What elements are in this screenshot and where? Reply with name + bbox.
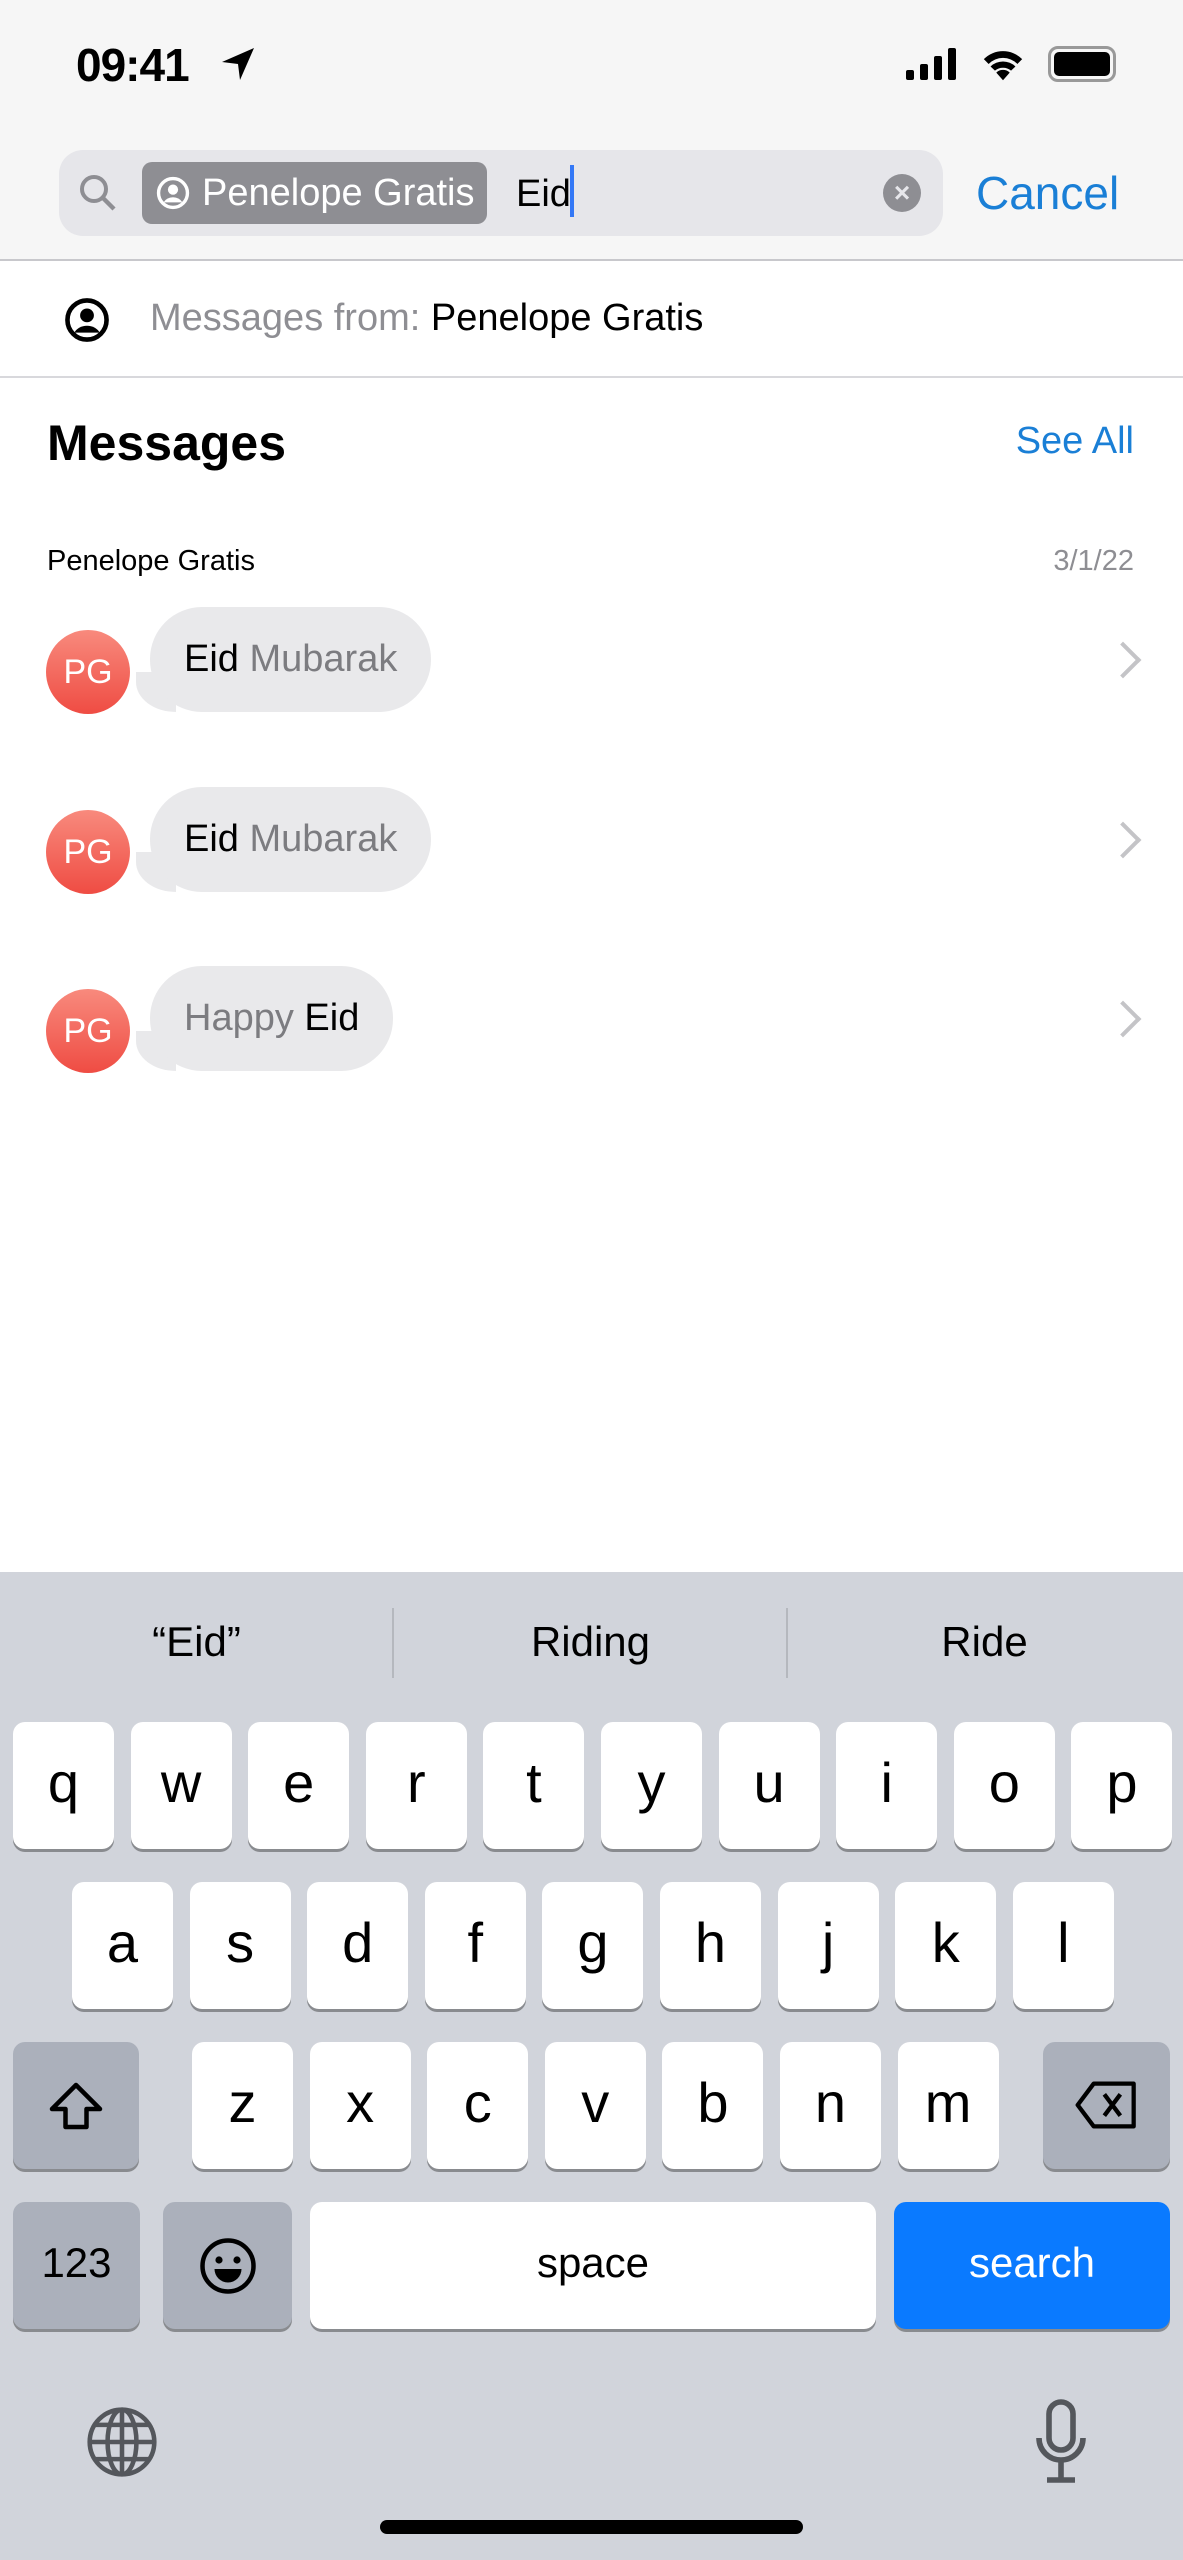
search-icon — [80, 175, 116, 211]
message-text: Mubarak — [238, 818, 398, 860]
key-v[interactable]: v — [544, 2042, 646, 2169]
avatar: PG — [46, 810, 130, 894]
suggestion-2[interactable]: Riding — [394, 1618, 787, 1666]
key-t[interactable]: t — [483, 1722, 585, 1849]
globe-icon[interactable] — [84, 2404, 160, 2480]
location-arrow-icon — [222, 48, 254, 80]
message-text: Mubarak — [238, 638, 398, 680]
person-circle-icon — [156, 176, 190, 210]
chevron-right-icon — [1104, 1000, 1142, 1038]
search-token-contact[interactable]: Penelope Gratis — [142, 162, 487, 224]
key-h[interactable]: h — [660, 1882, 761, 2009]
search-input[interactable]: Eid — [516, 164, 571, 224]
highlighted-text: Eid — [184, 638, 239, 680]
key-a[interactable]: a — [72, 1882, 173, 2009]
cancel-button[interactable]: Cancel — [976, 166, 1119, 220]
sender-name: Penelope Gratis — [47, 545, 255, 577]
delete-key[interactable] — [1043, 2042, 1170, 2169]
message-bubble: Happy Eid — [150, 966, 394, 1071]
see-all-link[interactable]: See All — [1016, 420, 1134, 463]
microphone-icon[interactable] — [1032, 2398, 1090, 2486]
space-key[interactable]: space — [310, 2202, 876, 2329]
suggestion-1[interactable]: “Eid” — [0, 1618, 393, 1666]
key-i[interactable]: i — [836, 1722, 938, 1849]
search-token-label: Penelope Gratis — [202, 172, 475, 214]
key-n[interactable]: n — [780, 2042, 881, 2169]
key-y[interactable]: y — [601, 1722, 702, 1849]
shift-icon — [49, 2082, 103, 2130]
numbers-key[interactable]: 123 — [13, 2202, 140, 2329]
highlighted-text: Eid — [304, 997, 360, 1039]
key-e[interactable]: e — [248, 1722, 350, 1849]
clear-search-button[interactable]: × — [883, 174, 921, 212]
key-k[interactable]: k — [895, 1882, 997, 2009]
shift-key[interactable] — [13, 2042, 139, 2169]
wifi-icon — [983, 51, 1023, 81]
key-l[interactable]: l — [1012, 1882, 1114, 2009]
status-time: 09:41 — [76, 39, 190, 91]
emoji-icon — [199, 2238, 256, 2294]
key-g[interactable]: g — [542, 1882, 644, 2009]
suggestion-3[interactable]: Ride — [788, 1618, 1181, 1666]
key-u[interactable]: u — [718, 1722, 820, 1849]
key-b[interactable]: b — [662, 2042, 764, 2169]
key-f[interactable]: f — [424, 1882, 526, 2009]
key-o[interactable]: o — [953, 1722, 1055, 1849]
key-j[interactable]: j — [777, 1882, 879, 2009]
key-q[interactable]: q — [13, 1722, 114, 1849]
key-w[interactable]: w — [130, 1722, 232, 1849]
highlighted-text: Eid — [184, 818, 239, 860]
key-m[interactable]: m — [897, 2042, 999, 2169]
search-key[interactable]: search — [894, 2202, 1170, 2329]
avatar: PG — [46, 630, 130, 714]
key-x[interactable]: x — [309, 2042, 411, 2169]
section-title: Messages — [47, 415, 287, 471]
battery-icon — [1048, 46, 1116, 82]
suggestion-name: Penelope Gratis — [430, 297, 704, 339]
key-s[interactable]: s — [189, 1882, 291, 2009]
delete-backward-icon — [1075, 2081, 1136, 2129]
key-p[interactable]: p — [1071, 1722, 1173, 1849]
message-text: Happy — [184, 997, 305, 1039]
key-d[interactable]: d — [307, 1882, 409, 2009]
key-r[interactable]: r — [365, 1722, 467, 1849]
message-date: 3/1/22 — [1053, 545, 1134, 577]
text-caret — [570, 165, 574, 217]
message-bubble: Eid Mubarak — [150, 607, 432, 712]
suggestion-prefix: Messages from: — [150, 297, 431, 339]
home-indicator — [380, 2520, 803, 2534]
cellular-signal-icon — [906, 48, 956, 80]
chevron-right-icon — [1104, 641, 1142, 679]
avatar: PG — [46, 989, 130, 1073]
messages-from-suggestion[interactable]: Messages from: Penelope Gratis — [0, 261, 1183, 378]
key-c[interactable]: c — [427, 2042, 529, 2169]
person-circle-icon — [65, 298, 109, 342]
key-z[interactable]: z — [192, 2042, 293, 2169]
chevron-right-icon — [1104, 821, 1142, 859]
message-bubble: Eid Mubarak — [150, 787, 432, 892]
emoji-key[interactable] — [163, 2202, 292, 2329]
